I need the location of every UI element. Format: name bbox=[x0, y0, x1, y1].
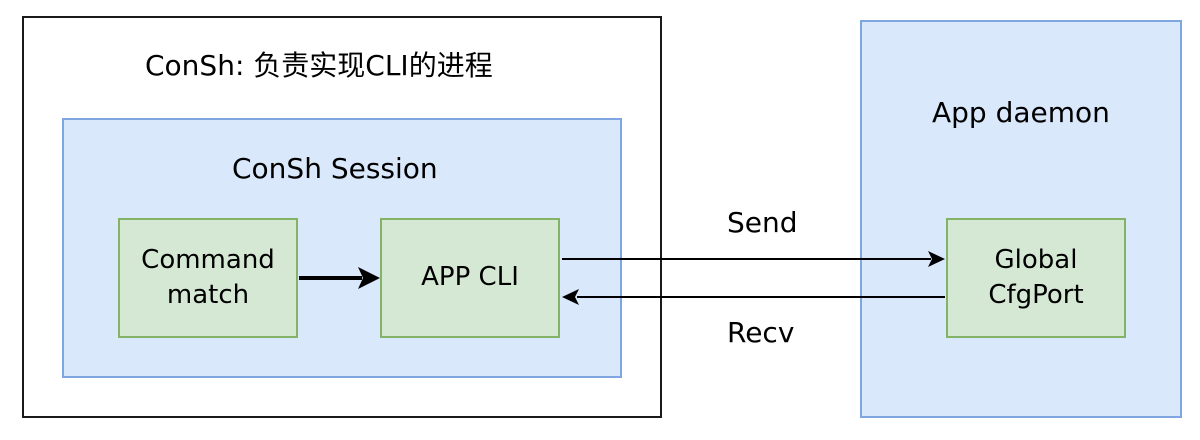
conSh-process-title: ConSh: 负责实现CLI的进程 bbox=[145, 49, 493, 82]
app-cli-node: APP CLI bbox=[380, 218, 560, 338]
send-edge-label: Send bbox=[727, 206, 798, 239]
conSh-session-title: ConSh Session bbox=[232, 152, 438, 185]
app-daemon-title: App daemon bbox=[932, 96, 1110, 129]
recv-edge-label: Recv bbox=[727, 316, 795, 349]
command-match-node: Command match bbox=[118, 218, 298, 338]
global-cfgport-node: Global CfgPort bbox=[946, 218, 1126, 338]
